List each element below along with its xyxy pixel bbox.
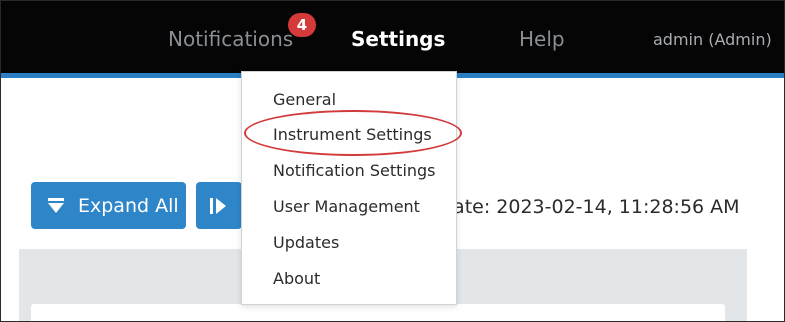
menu-item-general[interactable]: General <box>273 89 336 111</box>
settings-dropdown-menu: General Instrument Settings Notification… <box>241 71 457 305</box>
collapse-button[interactable] <box>196 182 242 229</box>
nav-notifications[interactable]: Notifications <box>168 25 293 53</box>
content-card <box>31 304 725 321</box>
top-navigation-bar: Notifications 4 Settings Help admin (Adm… <box>1 1 784 73</box>
menu-item-about[interactable]: About <box>273 268 320 290</box>
nav-settings[interactable]: Settings <box>351 25 445 53</box>
nav-user-account[interactable]: admin (Admin) <box>653 29 772 51</box>
last-update-date: date: 2023-02-14, 11:28:56 AM <box>441 196 740 218</box>
triangle-down-icon <box>48 197 64 213</box>
expand-all-label: Expand All <box>78 194 179 217</box>
bar-triangle-icon <box>210 197 226 214</box>
menu-item-notification-settings[interactable]: Notification Settings <box>273 160 436 182</box>
expand-all-button[interactable]: Expand All <box>31 182 186 229</box>
app-window: Notifications 4 Settings Help admin (Adm… <box>0 0 785 322</box>
menu-item-updates[interactable]: Updates <box>273 232 339 254</box>
notification-count-badge: 4 <box>288 13 316 37</box>
menu-item-user-management[interactable]: User Management <box>273 196 420 218</box>
nav-help[interactable]: Help <box>519 25 565 53</box>
menu-item-instrument-settings[interactable]: Instrument Settings <box>273 124 432 146</box>
